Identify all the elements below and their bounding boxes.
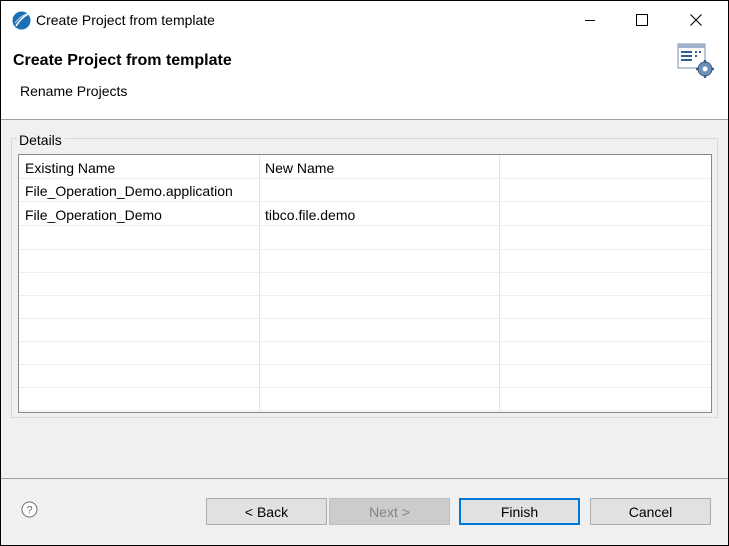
page-title: Create Project from template [13,52,232,69]
app-logo-icon [12,11,31,30]
title-bar: Create Project from template [1,1,728,39]
svg-text:?: ? [26,505,32,517]
table-row-empty [19,388,711,411]
existing-name-cell: File_Operation_Demo.application [25,183,233,199]
header-divider [1,119,728,120]
column-header-existing-name[interactable]: Existing Name [25,160,115,176]
column-header-new-name[interactable]: New Name [265,160,334,176]
table-row-empty [19,250,711,273]
table-row[interactable]: File_Operation_Demo tibco.file.demo [19,203,711,226]
help-icon[interactable]: ? [21,501,38,518]
table-row-empty [19,227,711,250]
table-row-empty [19,365,711,388]
rename-projects-table[interactable]: Existing Name New Name File_Operation_De… [18,154,712,413]
existing-name-cell: File_Operation_Demo [25,207,162,223]
maximize-icon [636,14,648,26]
footer-divider [1,478,728,479]
wizard-settings-icon [677,43,714,78]
close-button[interactable] [670,1,722,39]
close-icon [690,14,702,26]
back-button[interactable]: < Back [206,498,327,525]
new-name-cell[interactable]: tibco.file.demo [265,207,355,223]
minimize-button[interactable] [564,1,616,39]
dialog-window: Create Project from template Create Proj… [1,1,728,545]
cancel-button[interactable]: Cancel [590,498,711,525]
minimize-icon [585,20,595,21]
table-row[interactable]: File_Operation_Demo.application [19,179,711,202]
table-row-empty [19,319,711,342]
next-button[interactable]: Next > [329,498,450,525]
wizard-header: Create Project from template Rename Proj… [1,39,728,119]
window-title: Create Project from template [36,12,215,28]
table-row-empty [19,296,711,319]
table-row-empty [19,342,711,365]
table-row-empty [19,273,711,296]
table-header: Existing Name New Name [19,156,711,179]
maximize-button[interactable] [616,1,668,39]
details-label: Details [19,132,62,148]
page-subtitle: Rename Projects [20,83,128,99]
finish-button[interactable]: Finish [459,498,580,525]
